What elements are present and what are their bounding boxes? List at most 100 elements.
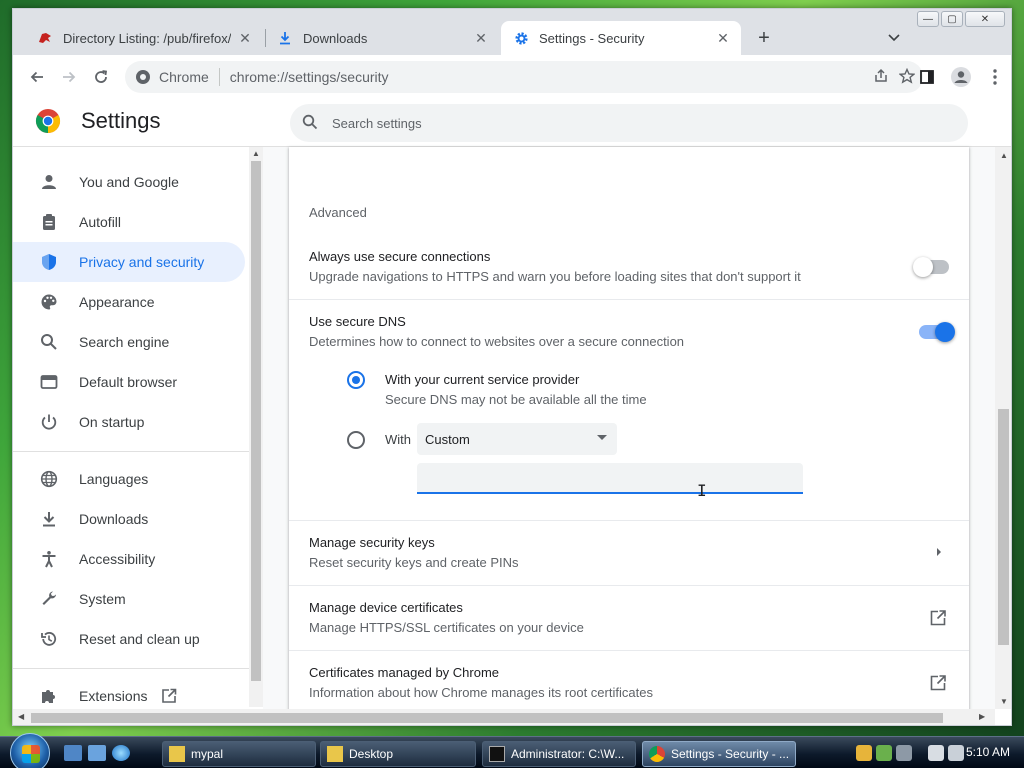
https-only-toggle[interactable] — [913, 257, 949, 277]
sidebar-item-label: Downloads — [79, 511, 149, 527]
sidebar-divider — [13, 668, 249, 669]
taskbar-button-chrome[interactable]: Settings - Security - ... — [642, 741, 796, 767]
taskbar-button-desktop[interactable]: Desktop — [320, 741, 476, 767]
main-scrollbar[interactable]: ▲ ▼ — [995, 147, 1011, 709]
security-settings-card: Advanced Always use secure connections U… — [289, 147, 969, 711]
scrollbar-thumb[interactable] — [998, 409, 1009, 645]
sidebar-item-reset-and-clean-up[interactable]: Reset and clean up — [13, 619, 245, 659]
tab-search-button[interactable] — [883, 27, 905, 49]
person-icon — [39, 172, 59, 192]
sidebar-item-downloads[interactable]: Downloads — [13, 499, 245, 539]
reload-icon — [95, 70, 108, 83]
sidebar-item-autofill[interactable]: Autofill — [13, 202, 245, 242]
mozilla-dino-icon — [37, 30, 53, 46]
wrench-icon — [39, 589, 59, 609]
url-text[interactable]: chrome://settings/security — [230, 69, 389, 85]
sidebar-item-languages[interactable]: Languages — [13, 459, 245, 499]
sidebar-item-search-engine[interactable]: Search engine — [13, 322, 245, 362]
dns-option-current-title: With your current service provider — [385, 372, 580, 387]
reload-button[interactable] — [85, 61, 117, 93]
horizontal-scrollbar[interactable]: ◀ ▶ — [13, 709, 995, 725]
sidebar-item-privacy-and-security[interactable]: Privacy and security — [13, 242, 245, 282]
chevron-right-icon[interactable] — [935, 546, 943, 558]
sidebar-item-you-and-google[interactable]: You and Google — [13, 162, 245, 202]
minimize-button[interactable]: — — [917, 11, 939, 27]
settings-search[interactable]: Search settings — [290, 104, 968, 142]
custom-dns-input[interactable] — [417, 463, 803, 494]
tab-title: Directory Listing: /pub/firefox/re — [63, 30, 231, 46]
close-icon[interactable]: ✕ — [715, 30, 731, 46]
sidebar-item-system[interactable]: System — [13, 579, 245, 619]
tab-downloads[interactable]: Downloads ✕ — [265, 21, 499, 55]
address-bar[interactable]: Chrome chrome://settings/security — [125, 61, 923, 93]
switch-windows-icon[interactable] — [88, 745, 106, 761]
toolbar-right — [911, 61, 1011, 93]
sidebar-item-label: Privacy and security — [79, 254, 205, 270]
monitor-icon[interactable] — [928, 745, 944, 761]
taskbar-button-cmd[interactable]: Administrator: C:\W... — [482, 741, 636, 767]
sidebar-item-on-startup[interactable]: On startup — [13, 402, 245, 442]
sidebar-item-accessibility[interactable]: Accessibility — [13, 539, 245, 579]
side-panel-button[interactable] — [911, 61, 943, 93]
close-icon[interactable]: ✕ — [473, 30, 489, 46]
forward-button[interactable] — [53, 61, 85, 93]
scrollbar-thumb[interactable] — [251, 161, 261, 681]
row-divider — [289, 520, 969, 521]
text-cursor-icon: I — [697, 481, 707, 500]
profile-button[interactable] — [945, 61, 977, 93]
taskbar-button-label: Desktop — [349, 747, 394, 761]
scroll-up-arrow[interactable]: ▲ — [1000, 151, 1008, 160]
dns-provider-select[interactable]: Custom — [417, 423, 617, 455]
scroll-right-arrow[interactable]: ▶ — [979, 712, 985, 721]
maximize-button[interactable]: ▢ — [941, 11, 963, 27]
window-close-button[interactable]: ✕ — [965, 11, 1005, 27]
sidebar-item-label: System — [79, 591, 126, 607]
back-button[interactable] — [21, 61, 53, 93]
security-shield-icon[interactable] — [856, 745, 872, 761]
tab-title: Downloads — [303, 30, 368, 46]
scrollbar-thumb[interactable] — [31, 713, 943, 723]
secure-dns-title: Use secure DNS — [309, 314, 406, 329]
close-icon[interactable]: ✕ — [237, 30, 253, 46]
row-divider — [289, 299, 969, 300]
open-in-new-icon[interactable] — [929, 674, 947, 692]
chrome-certs-title[interactable]: Certificates managed by Chrome — [309, 665, 499, 680]
dns-select-value: Custom — [425, 431, 470, 447]
start-button[interactable] — [10, 733, 50, 768]
palette-icon — [39, 292, 59, 312]
volume-muted-icon[interactable] — [948, 745, 964, 761]
new-tab-button[interactable]: + — [751, 25, 777, 51]
device-icon[interactable] — [896, 745, 912, 761]
secure-dns-toggle[interactable] — [919, 322, 955, 342]
browser-toolbar: Chrome chrome://settings/security — [13, 55, 1011, 99]
security-keys-title[interactable]: Manage security keys — [309, 535, 435, 550]
sidebar-item-appearance[interactable]: Appearance — [13, 282, 245, 322]
taskbar-button-label: mypal — [191, 747, 224, 761]
dns-custom-radio[interactable] — [347, 431, 365, 449]
share-icon[interactable] — [873, 68, 889, 87]
forward-arrow-icon — [63, 71, 76, 83]
network-status-icon[interactable] — [876, 745, 892, 761]
secure-dns-subtitle: Determines how to connect to websites ov… — [309, 334, 685, 349]
internet-explorer-icon[interactable] — [112, 745, 130, 761]
tab-settings-security[interactable]: Settings - Security ✕ — [501, 21, 741, 55]
chrome-logo-icon — [35, 109, 61, 133]
device-certs-title[interactable]: Manage device certificates — [309, 600, 463, 615]
page-title: Settings — [81, 108, 161, 133]
scroll-down-arrow[interactable]: ▼ — [1000, 697, 1008, 706]
https-only-title: Always use secure connections — [309, 249, 491, 264]
show-desktop-icon[interactable] — [64, 745, 82, 761]
dns-current-provider-radio[interactable] — [347, 371, 365, 389]
sidebar-item-default-browser[interactable]: Default browser — [13, 362, 245, 402]
taskbar-clock[interactable]: 5:10 AM — [966, 745, 1010, 759]
scroll-left-arrow[interactable]: ◀ — [18, 712, 24, 721]
taskbar-button-mypal[interactable]: mypal — [162, 741, 316, 767]
menu-button[interactable] — [979, 61, 1011, 93]
tab-directory-listing[interactable]: Directory Listing: /pub/firefox/re ✕ — [25, 21, 263, 55]
tab-title: Settings - Security — [539, 30, 645, 46]
folder-icon — [169, 746, 185, 762]
taskbar-button-label: Administrator: C:\W... — [511, 747, 625, 761]
open-in-new-icon[interactable] — [929, 609, 947, 627]
scroll-up-arrow[interactable]: ▲ — [252, 149, 260, 158]
sidebar-scrollbar[interactable]: ▲ — [249, 147, 263, 707]
